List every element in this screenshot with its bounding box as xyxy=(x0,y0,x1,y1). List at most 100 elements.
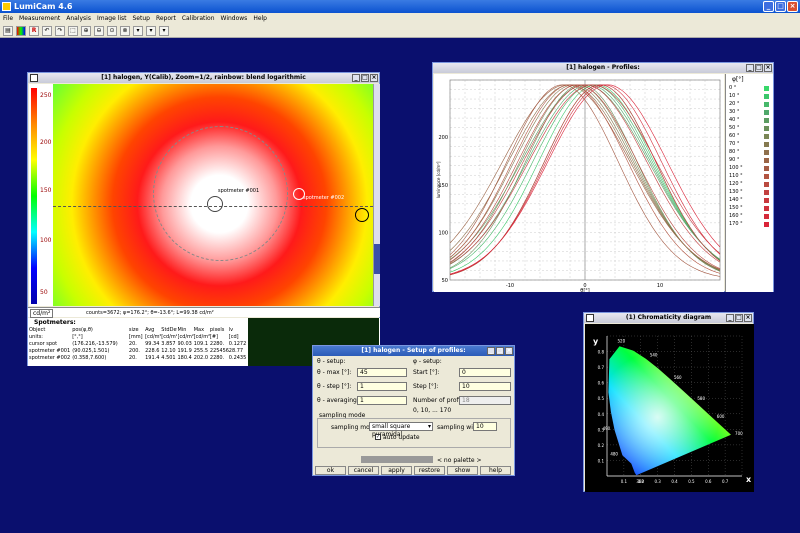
legend-item[interactable]: 80 ° xyxy=(729,149,773,157)
legend-item[interactable]: 60 ° xyxy=(729,133,773,141)
win-close-icon[interactable]: × xyxy=(764,64,772,72)
win-min-icon[interactable]: _ xyxy=(746,64,754,72)
legend-swatch xyxy=(764,198,769,203)
legend-item[interactable]: 50 ° xyxy=(729,125,773,133)
win-max-icon[interactable]: □ xyxy=(361,74,369,82)
legend-item[interactable]: 20 ° xyxy=(729,101,773,109)
profile-chart[interactable]: 50100150200-10 0 10luminance [cd/m²]θ[°] xyxy=(434,74,724,292)
profiles-window-titlebar: [1] halogen - Profiles: _ □ × xyxy=(433,63,773,73)
legend-item[interactable]: 170 ° xyxy=(729,221,773,229)
show-button[interactable]: show xyxy=(447,466,478,475)
undo-icon[interactable]: ↶ xyxy=(42,26,52,36)
win-close-icon[interactable]: × xyxy=(744,314,752,322)
dropdown-3-icon[interactable]: ▾ xyxy=(159,26,169,36)
theta-max-input[interactable]: 45 xyxy=(357,368,407,377)
legend-label: 160 ° xyxy=(729,213,743,219)
maximize-button[interactable]: □ xyxy=(775,1,786,12)
open-icon[interactable]: ▤ xyxy=(3,26,13,36)
color-icon[interactable] xyxy=(16,26,26,36)
win-max-icon[interactable]: □ xyxy=(735,314,743,322)
legend-item[interactable]: 70 ° xyxy=(729,141,773,149)
legend-item[interactable]: 120 ° xyxy=(729,181,773,189)
close-button[interactable]: × xyxy=(787,1,798,12)
y-tick-label: 100 xyxy=(438,230,448,236)
r-icon[interactable]: R xyxy=(29,26,39,36)
legend-item[interactable]: 90 ° xyxy=(729,157,773,165)
table-cell: cursor spot xyxy=(29,341,58,347)
restore-button[interactable]: restore xyxy=(414,466,445,475)
legend-label: 60 ° xyxy=(729,133,740,139)
start-input[interactable]: 0 xyxy=(459,368,511,377)
auto-update-checkbox[interactable]: ✓ xyxy=(375,434,381,440)
menu-image-list[interactable]: Image list xyxy=(97,13,127,24)
legend-item[interactable]: 150 ° xyxy=(729,205,773,213)
select-icon[interactable]: ⬚ xyxy=(68,26,78,36)
legend-label: 80 ° xyxy=(729,149,740,155)
table-cell: 191.4 xyxy=(145,355,160,361)
legend-item[interactable]: 160 ° xyxy=(729,213,773,221)
dropdown-1-icon[interactable]: ▾ xyxy=(133,26,143,36)
chromaticity-diagram[interactable]: 0.80.70.60.50.40.30.20.10.1 0.2 0.3 0.4 0.5 0… xyxy=(585,324,754,492)
num-profiles-field: 18 xyxy=(459,396,511,405)
theta-avg-input[interactable]: 1 xyxy=(357,396,407,405)
image-window: [1] halogen, Y(Calib), Zoom=1/2, rainbow… xyxy=(27,72,380,366)
cancel-button[interactable]: cancel xyxy=(348,466,379,475)
table-cell: size xyxy=(128,327,139,333)
step-input[interactable]: 10 xyxy=(459,382,511,391)
wavelength-label: 520 xyxy=(617,338,625,343)
table-row[interactable]: cursor spot (176.216,-13.579) 20. 99.34 3.85… xyxy=(29,341,247,348)
legend-item[interactable]: 130 ° xyxy=(729,189,773,197)
theta-step-input[interactable]: 1 xyxy=(357,382,407,391)
win-min-icon[interactable]: _ xyxy=(352,74,360,82)
menu-report[interactable]: Report xyxy=(156,13,176,24)
menu-help[interactable]: Help xyxy=(253,13,267,24)
win-close-icon[interactable]: × xyxy=(505,347,513,355)
legend-swatch xyxy=(764,222,769,227)
win-min-icon[interactable]: _ xyxy=(726,314,734,322)
sampling-mode-select[interactable]: small square pyramidal ▾ xyxy=(369,422,433,438)
scale-tick: 50 xyxy=(40,289,48,296)
table-cell: [cd/m²] xyxy=(161,334,177,340)
ok-button[interactable]: ok xyxy=(315,466,346,475)
table-row[interactable]: spotmeter #002 (0.358,7.600) 20. 191.4 4.501… xyxy=(29,355,247,362)
chroma-window-title: (1) Chromaticity diagram xyxy=(625,314,712,321)
window-checkbox[interactable] xyxy=(30,74,38,82)
legend-item[interactable]: 0 ° xyxy=(729,85,773,93)
win-max-icon[interactable]: □ xyxy=(755,64,763,72)
menu-measurement[interactable]: Measurement xyxy=(19,13,60,24)
minimize-button[interactable]: _ xyxy=(763,1,774,12)
zoom-out-icon[interactable]: ⊖ xyxy=(94,26,104,36)
image-scrollbar[interactable] xyxy=(373,84,380,306)
zoom-reset-icon[interactable]: ⊗ xyxy=(120,26,130,36)
win-max-icon[interactable]: □ xyxy=(496,347,504,355)
wavelength-label: 600 xyxy=(717,414,725,419)
menu-windows[interactable]: Windows xyxy=(221,13,248,24)
apply-button[interactable]: apply xyxy=(381,466,412,475)
legend-label: 70 ° xyxy=(729,141,740,147)
win-close-icon[interactable]: × xyxy=(370,74,378,82)
redo-icon[interactable]: ↷ xyxy=(55,26,65,36)
spot1-label: spotmeter #001 xyxy=(218,188,260,194)
sampling-width-input[interactable]: 10 xyxy=(473,422,497,431)
marker-circle[interactable] xyxy=(355,208,369,222)
menu-calibration[interactable]: Calibration xyxy=(182,13,215,24)
table-cell: 2280. xyxy=(209,355,225,361)
legend-item[interactable]: 40 ° xyxy=(729,117,773,125)
help-button[interactable]: help xyxy=(480,466,511,475)
dropdown-2-icon[interactable]: ▾ xyxy=(146,26,156,36)
legend-item[interactable]: 30 ° xyxy=(729,109,773,117)
legend-item[interactable]: 110 ° xyxy=(729,173,773,181)
luminance-image[interactable]: spotmeter #001 spotmeter #002 xyxy=(53,84,373,306)
menu-analysis[interactable]: Analysis xyxy=(66,13,91,24)
legend-item[interactable]: 10 ° xyxy=(729,93,773,101)
menu-setup[interactable]: Setup xyxy=(133,13,150,24)
table-row[interactable]: spotmeter #001 (90.025,1.501) 200. 228.6 12.… xyxy=(29,348,247,355)
cursor-circle[interactable] xyxy=(207,196,223,212)
window-checkbox[interactable] xyxy=(586,314,594,322)
zoom-fit-icon[interactable]: ⊙ xyxy=(107,26,117,36)
win-min-icon[interactable]: _ xyxy=(487,347,495,355)
zoom-in-icon[interactable]: ⊕ xyxy=(81,26,91,36)
legend-item[interactable]: 140 ° xyxy=(729,197,773,205)
menu-file[interactable]: File xyxy=(3,13,13,24)
legend-item[interactable]: 100 ° xyxy=(729,165,773,173)
